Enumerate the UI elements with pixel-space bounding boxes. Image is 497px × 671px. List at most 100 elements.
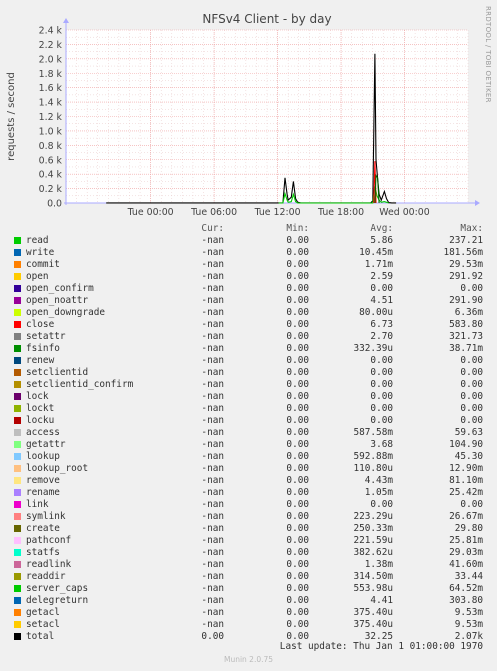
munin-version: Munin 2.0.75 [223, 655, 274, 664]
legend-min: 0.00 [286, 595, 309, 606]
legend-min: 0.00 [286, 511, 309, 522]
legend-name: renew [26, 355, 55, 366]
legend-max: 12.90m [449, 463, 483, 474]
legend-max: 583.80 [449, 319, 483, 330]
legend-swatch [14, 297, 21, 304]
legend-swatch [14, 609, 21, 616]
legend-min: 0.00 [286, 271, 309, 282]
legend-swatch [14, 417, 21, 424]
legend-avg: 4.41 [370, 595, 393, 606]
legend-row-locku: locku -nan 0.00 0.00 0.00 [0, 415, 497, 427]
legend-min: 0.00 [286, 607, 309, 618]
legend-cur: -nan [201, 583, 224, 594]
legend-max: 29.80 [454, 523, 483, 534]
legend-row-readlink: readlink -nan 0.00 1.38m 41.60m [0, 559, 497, 571]
legend-max: 0.00 [460, 391, 483, 402]
legend-avg: 0.00 [370, 367, 393, 378]
legend-name: locku [26, 415, 55, 426]
y-tick-label: 2.0 k [39, 54, 63, 65]
legend-swatch [14, 429, 21, 436]
x-tick-label: Tue 00:00 [127, 207, 174, 218]
legend-row-getattr: getattr -nan 0.00 3.68 104.90 [0, 439, 497, 451]
legend-row-lockt: lockt -nan 0.00 0.00 0.00 [0, 403, 497, 415]
legend-max: 29.03m [449, 547, 483, 558]
legend-name: readlink [26, 559, 72, 570]
legend-cur: -nan [201, 355, 224, 366]
y-axis-label: requests / second [6, 72, 17, 161]
legend-swatch [14, 261, 21, 268]
legend-max: 303.80 [449, 595, 483, 606]
legend-row-symlink: symlink -nan 0.00 223.29u 26.67m [0, 511, 497, 523]
legend-row-pathconf: pathconf -nan 0.00 221.59u 25.81m [0, 535, 497, 547]
legend-avg: 223.29u [353, 511, 393, 522]
legend-max: 6.36m [454, 307, 483, 318]
legend-cur: -nan [201, 307, 224, 318]
legend-max: 0.00 [460, 499, 483, 510]
legend-swatch [14, 321, 21, 328]
legend-max: 0.00 [460, 415, 483, 426]
legend-cur: -nan [201, 523, 224, 534]
legend-row-lookup_root: lookup_root -nan 0.00 110.80u 12.90m [0, 463, 497, 475]
y-tick-label: 0.6 k [39, 155, 63, 166]
legend-cur: -nan [201, 391, 224, 402]
legend-cur: -nan [201, 343, 224, 354]
legend-header-min: Min: [286, 223, 309, 234]
chart-area: 0.0 0.2 k 0.4 k 0.6 k 0.8 k 1.0 k 1.2 k 1.4 k 1.… [6, 12, 480, 218]
legend-avg: 2.59 [370, 271, 393, 282]
legend-avg: 5.86 [370, 235, 393, 246]
legend-max: 26.67m [449, 511, 483, 522]
legend-cur: -nan [201, 427, 224, 438]
legend-name: readdir [26, 571, 66, 582]
legend-min: 0.00 [286, 247, 309, 258]
legend-header-max: Max: [460, 223, 483, 234]
legend-min: 0.00 [286, 583, 309, 594]
legend-row-readdir: readdir -nan 0.00 314.50m 33.44 [0, 571, 497, 583]
legend-cur: -nan [201, 283, 224, 294]
legend-name: open_confirm [26, 283, 94, 294]
legend-row-fsinfo: fsinfo -nan 0.00 332.39u 38.71m [0, 343, 497, 355]
y-axis-arrow [63, 18, 69, 23]
legend-avg: 0.00 [370, 283, 393, 294]
y-tick-label: 1.6 k [39, 83, 63, 94]
legend-row-create: create -nan 0.00 250.33m 29.80 [0, 523, 497, 535]
legend-cur: -nan [201, 235, 224, 246]
legend-swatch [14, 357, 21, 364]
legend-name: read [26, 235, 49, 246]
legend-max: 29.53m [449, 259, 483, 270]
legend-cur: -nan [201, 271, 224, 282]
legend-min: 0.00 [286, 523, 309, 534]
legend-row-link: link -nan 0.00 0.00 0.00 [0, 499, 497, 511]
legend-max: 38.71m [449, 343, 483, 354]
legend-min: 0.00 [286, 307, 309, 318]
legend-name: lookup [26, 451, 60, 462]
legend-min: 0.00 [286, 283, 309, 294]
y-tick-label: 1.8 k [39, 69, 63, 80]
legend-min: 0.00 [286, 487, 309, 498]
legend-row-open_confirm: open_confirm -nan 0.00 0.00 0.00 [0, 283, 497, 295]
legend-swatch [14, 621, 21, 628]
legend-min: 0.00 [286, 571, 309, 582]
legend-max: 291.92 [449, 271, 483, 282]
legend-avg: 1.38m [364, 559, 393, 570]
legend-min: 0.00 [286, 367, 309, 378]
legend-cur: -nan [201, 571, 224, 582]
legend-avg: 375.40u [353, 607, 393, 618]
legend-row-remove: remove -nan 0.00 4.43m 81.10m [0, 475, 497, 487]
legend-cur: -nan [201, 463, 224, 474]
legend-min: 0.00 [286, 331, 309, 342]
legend-max: 64.52m [449, 583, 483, 594]
legend-max: 0.00 [460, 367, 483, 378]
y-tick-label: 2.4 k [39, 26, 63, 37]
legend-name: remove [26, 475, 60, 486]
legend-swatch [14, 345, 21, 352]
legend-max: 25.42m [449, 487, 483, 498]
legend-name: getacl [26, 607, 60, 618]
legend-cur: -nan [201, 259, 224, 270]
legend-avg: 332.39u [353, 343, 393, 354]
legend-cur: -nan [201, 367, 224, 378]
legend-row-delegreturn: delegreturn -nan 0.00 4.41 303.80 [0, 595, 497, 607]
legend-max: 81.10m [449, 475, 483, 486]
legend-name: commit [26, 259, 60, 270]
legend-min: 0.00 [286, 235, 309, 246]
legend-name: create [26, 523, 60, 534]
